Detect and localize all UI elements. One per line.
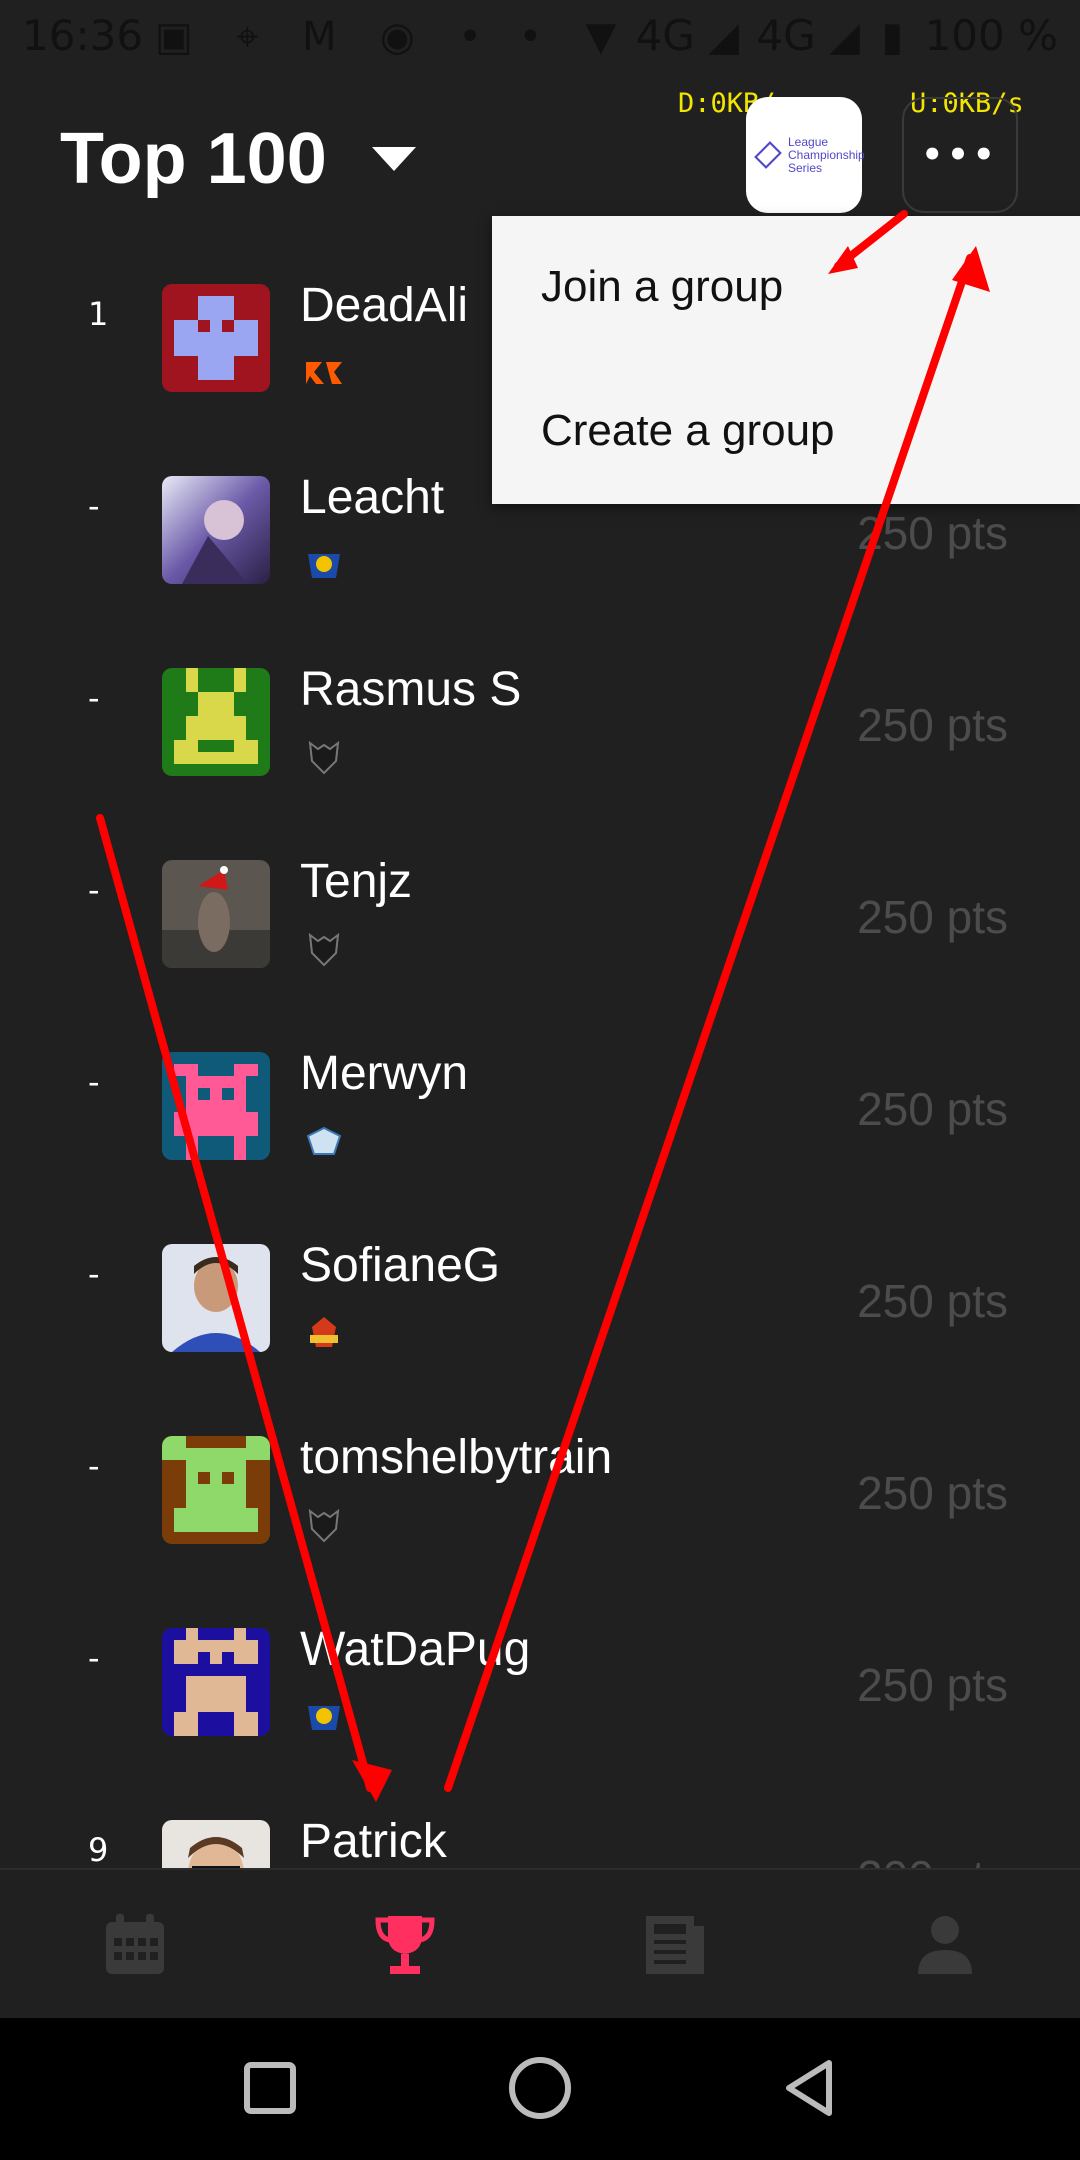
rank: - [88,871,100,909]
battery-icon: ▮ [881,14,904,60]
signal-icon: ◢ [708,14,740,60]
username: DeadAli [300,279,469,332]
points: 200 pts [857,1850,1008,1868]
status-bar: 16:36 ▣ ⌖ M ◉ • • ▼ 4G ◢ 4G ◢ ▮ 100 % [0,0,1080,72]
avatar [162,284,270,392]
caret-down-icon[interactable] [372,147,416,171]
avatar [162,1820,270,1868]
more-icon: ••• [921,135,999,175]
status-time: 16:36 [22,11,144,60]
menu-item-create-group[interactable]: Create a group [541,406,835,456]
avatar [162,1436,270,1544]
gmail-icon: M [302,14,337,60]
g2-icon [302,737,346,777]
network-4g-1: 4G [635,11,695,60]
lcs-logo-text: League Championship Series [788,134,865,175]
dot-icon: • [458,14,482,60]
more-options-button[interactable]: ••• [902,97,1018,213]
rank: - [88,487,100,525]
dot-icon: • [518,14,543,60]
username: Merwyn [300,1047,469,1100]
signal-icon: ◢ [829,14,860,60]
points: 250 pts [857,1659,1008,1711]
points: 250 pts [857,1083,1008,1135]
leaderboard-row[interactable]: - WatDaPug 250 pts [0,1562,1080,1754]
league-selector-button[interactable]: League Championship Series [746,97,865,213]
username: Rasmus S [300,663,522,716]
rank: 9 [88,1831,109,1868]
leaderboard-row[interactable]: - SofianeG 250 pts [0,1178,1080,1370]
leaderboard-row[interactable]: - tomshelbytrain 250 pts [0,1370,1080,1562]
profile-icon[interactable] [910,1910,980,1980]
points: 250 pts [857,1467,1008,1519]
menu-item-join-group[interactable]: Join a group [541,262,783,312]
avatar [162,476,270,584]
username: Tenjz [300,855,413,908]
rank: - [88,1639,100,1677]
avatar [162,1052,270,1160]
username: Leacht [300,471,445,524]
avatar [162,668,270,776]
leaderboard-row[interactable]: - Rasmus S 250 pts [0,602,1080,794]
avatar [162,1628,270,1736]
home-icon[interactable] [505,2053,575,2123]
points: 250 pts [857,699,1008,751]
team-lion-icon [302,1697,346,1737]
wifi-icon: ▼ [585,14,617,60]
username: WatDaPug [300,1623,531,1676]
rank: - [88,1063,100,1101]
system-navigation-bar [0,2016,1080,2160]
network-4g-2: 4G [756,11,816,60]
status-left-icons: ▣ ⌖ M ◉ • [155,0,512,73]
avatar [162,860,270,968]
leaderboard-row[interactable]: - Merwyn 250 pts [0,986,1080,1178]
avatar [162,1244,270,1352]
bottom-navigation [0,1868,1080,2018]
points: 250 pts [857,1275,1008,1327]
messenger-icon: ◉ [379,14,415,60]
username: tomshelbytrain [300,1431,613,1484]
g2-icon [302,929,346,969]
rank: - [88,679,100,717]
back-icon[interactable] [775,2053,845,2123]
photo-icon: ▣ [155,14,193,60]
points: 250 pts [857,891,1008,943]
team-lion-icon [302,545,346,585]
leaderboard-row[interactable]: - Tenjz 250 pts [0,794,1080,986]
leaderboard-row[interactable]: 9 Patrick 200 pts [0,1754,1080,1868]
calendar-icon[interactable] [100,1910,170,1980]
lions-icon [302,1313,346,1353]
rank: 1 [88,295,109,333]
rank: - [88,1255,100,1293]
options-menu: Join a group Create a group [492,216,1080,504]
rank: - [88,1447,100,1485]
fnatic-icon [302,353,346,393]
page-title[interactable]: Top 100 [60,118,327,200]
team-icon [302,1121,346,1161]
recents-icon[interactable] [235,2053,305,2123]
points: 250 pts [857,507,1008,559]
username: Patrick [300,1815,447,1868]
trophy-icon[interactable] [370,1910,440,1980]
news-icon[interactable] [640,1910,710,1980]
status-right: • ▼ 4G ◢ 4G ◢ ▮ 100 % [519,0,1058,73]
location-icon: ⌖ [236,14,259,60]
battery-level: 100 % [924,11,1058,60]
username: SofianeG [300,1239,501,1292]
g2-icon [302,1505,346,1545]
lcs-logo-icon: League Championship Series [754,134,865,175]
